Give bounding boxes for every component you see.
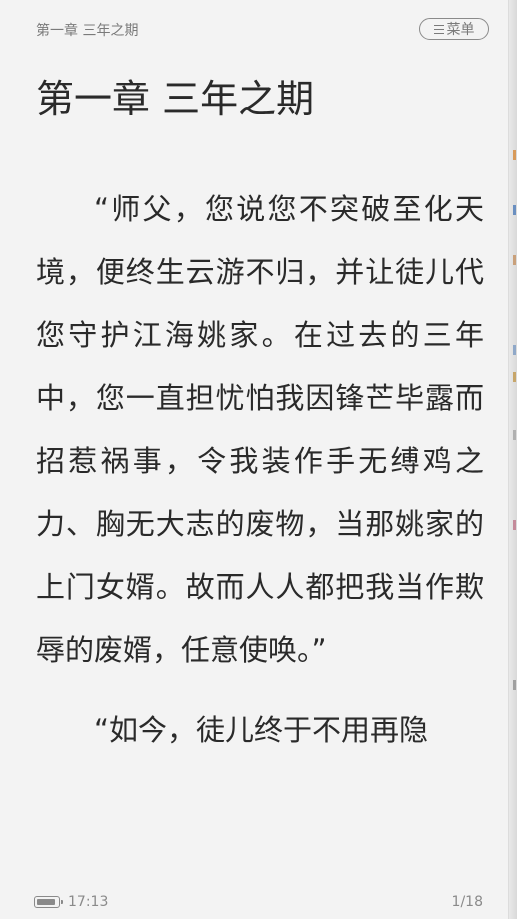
book-spine-edge — [508, 0, 517, 919]
spine-mark — [513, 520, 516, 530]
spine-mark — [513, 372, 516, 382]
hamburger-menu-icon — [433, 24, 444, 34]
page-indicator: 1/18 — [451, 894, 483, 910]
paragraph: “如今，徒儿终于不用再隐 — [94, 713, 429, 747]
spine-mark — [513, 150, 516, 160]
spine-mark — [513, 205, 516, 215]
menu-button[interactable]: 菜单 — [419, 18, 489, 40]
spine-mark — [513, 345, 516, 355]
spine-mark — [513, 255, 516, 265]
status-footer: 17:13 — [34, 894, 108, 910]
menu-button-label: 菜单 — [446, 22, 475, 38]
battery-icon — [34, 896, 63, 908]
reading-content[interactable]: “师父，您说您不突破至化天境，便终生云游不归，并让徒儿代您守护江海姚家。在过去的… — [36, 178, 484, 779]
spine-mark — [513, 680, 516, 690]
paragraph: “师父，您说您不突破至化天境，便终生云游不归，并让徒儿代您守护江海姚家。在过去的… — [36, 192, 484, 667]
chapter-title: 第一章 三年之期 — [36, 77, 315, 121]
header-chapter-title: 第一章 三年之期 — [36, 23, 139, 39]
clock-time: 17:13 — [68, 894, 109, 910]
spine-mark — [513, 430, 516, 440]
